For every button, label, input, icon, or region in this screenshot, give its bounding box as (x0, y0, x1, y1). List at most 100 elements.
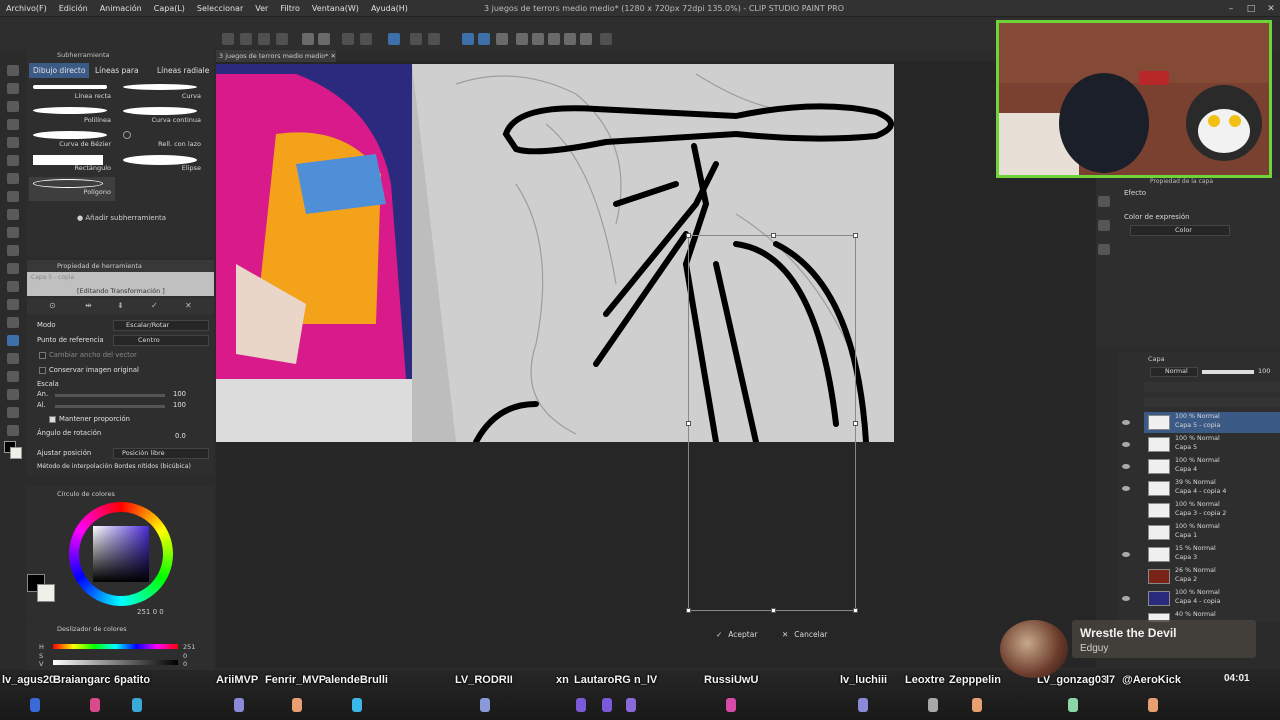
brush-rell-con-lazo[interactable]: Rell. con lazo (119, 129, 205, 153)
brush-linea-recta[interactable]: Línea recta (29, 81, 115, 105)
pencil-icon[interactable] (7, 191, 19, 202)
hue-slider[interactable] (53, 644, 178, 649)
pen-tool-icon[interactable] (7, 173, 19, 184)
keep-ratio-checkbox[interactable] (49, 416, 56, 423)
eye-icon[interactable] (1122, 420, 1130, 425)
layer-palette-icon[interactable] (1098, 244, 1110, 255)
menu-seleccionar[interactable]: Seleccionar (191, 4, 249, 13)
canvas-tab[interactable]: 3 juegos de terrors medio medio* ✕ (216, 50, 336, 62)
mode-select[interactable]: Escalar/Rotar (113, 320, 209, 331)
settings-icon[interactable] (600, 33, 612, 45)
layer-color-icon[interactable] (1098, 220, 1110, 231)
ruler-icon[interactable] (7, 371, 19, 382)
flip-h-icon[interactable]: ⇹ (85, 301, 92, 310)
layer-row[interactable]: 100 % Normal Capa 1 (1144, 522, 1280, 543)
zoom-icon[interactable] (7, 65, 19, 76)
figure-icon[interactable] (7, 335, 19, 346)
pen-icon[interactable] (496, 33, 508, 45)
menu-ventana[interactable]: Ventana(W) (306, 4, 365, 13)
tab-lineas-para[interactable]: Líneas para (91, 63, 151, 78)
layer-row[interactable]: 15 % Normal Capa 3 (1144, 544, 1280, 565)
snap-ruler-icon[interactable] (462, 33, 474, 45)
flip-v-icon[interactable]: ⇟ (117, 301, 124, 310)
lasso-icon[interactable] (7, 137, 19, 148)
airbrush-icon[interactable] (7, 227, 19, 238)
fill-tool-icon[interactable] (7, 299, 19, 310)
move-layer-icon[interactable] (7, 101, 19, 112)
eye-icon[interactable] (1122, 464, 1130, 469)
transform-handle[interactable] (686, 608, 691, 613)
menu-capa[interactable]: Capa(L) (148, 4, 191, 13)
new-file-icon[interactable] (222, 33, 234, 45)
layer-row[interactable]: 39 % Normal Capa 4 - copia 4 (1144, 478, 1280, 499)
width-slider[interactable] (55, 394, 165, 397)
opacity-value[interactable]: 100 (1258, 367, 1270, 375)
eraser-icon[interactable] (516, 33, 528, 45)
canvas-area[interactable] (216, 62, 1096, 668)
brush-rectangulo[interactable]: Rectángulo (29, 153, 115, 177)
transform-handle[interactable] (771, 608, 776, 613)
tab-dibujo-directo[interactable]: Dibujo directo (29, 63, 89, 78)
saturation-value-square[interactable] (93, 526, 149, 582)
brush-curva[interactable]: Curva (119, 81, 205, 105)
decoration-icon[interactable] (7, 245, 19, 256)
menu-edicion[interactable]: Edición (53, 4, 94, 13)
reset-icon[interactable]: ⊙ (49, 301, 56, 310)
balloon-icon[interactable] (7, 407, 19, 418)
transform-bounding-box[interactable] (686, 233, 858, 613)
snap-special-ruler-icon[interactable] (478, 33, 490, 45)
blend-icon[interactable] (7, 281, 19, 292)
menu-ayuda[interactable]: Ayuda(H) (365, 4, 414, 13)
width-value[interactable]: 100 (173, 390, 186, 398)
clear-icon[interactable] (342, 33, 354, 45)
layer-row[interactable]: 100 % Normal Capa 4 (1144, 456, 1280, 477)
layer-row[interactable]: 100 % Normal Capa 4 - copia (1144, 588, 1280, 609)
height-slider[interactable] (55, 405, 165, 408)
transform-icon[interactable] (388, 33, 400, 45)
eraser-tool-icon[interactable] (7, 263, 19, 274)
transform-handle[interactable] (853, 608, 858, 613)
export-icon[interactable] (276, 33, 288, 45)
opacity-slider[interactable] (1202, 370, 1254, 374)
menu-archivo[interactable]: Archivo(F) (0, 4, 53, 13)
tab-lineas-radiales[interactable]: Líneas radiale (153, 63, 213, 78)
eye-icon[interactable] (1122, 552, 1130, 557)
transform-handle[interactable] (686, 421, 691, 426)
transform-handle[interactable] (853, 421, 858, 426)
keep-original-checkbox[interactable] (39, 367, 46, 374)
grid-icon[interactable] (580, 33, 592, 45)
transform-handle[interactable] (771, 233, 776, 238)
accept-button[interactable]: ✓ Aceptar (716, 627, 757, 641)
layer-row[interactable]: 100 % Normal Capa 3 - copia 2 (1144, 500, 1280, 521)
redo-icon[interactable] (318, 33, 330, 45)
deselect-icon[interactable] (410, 33, 422, 45)
brush-curva-bezier[interactable]: Curva de Bézier (29, 129, 115, 153)
rotation-value[interactable]: 0.0 (175, 432, 186, 440)
adjust-position-select[interactable]: Posición libre (113, 448, 209, 459)
layer-row[interactable]: 100 % Normal Capa 5 - copia (1144, 412, 1280, 433)
close-icon[interactable]: ✕ (1266, 4, 1276, 14)
brush-polilinea[interactable]: Polilínea (29, 105, 115, 129)
layer-effect-icon[interactable] (1098, 196, 1110, 207)
crop-icon[interactable] (532, 33, 544, 45)
fill-icon[interactable] (360, 33, 372, 45)
menu-ver[interactable]: Ver (249, 4, 274, 13)
maximize-icon[interactable]: □ (1246, 4, 1256, 14)
move-icon[interactable] (564, 33, 576, 45)
expression-color-select[interactable]: Color (1130, 225, 1230, 236)
frame-icon[interactable] (7, 353, 19, 364)
interpolation-row[interactable]: Método de interpolación Bordes nítidos (… (37, 463, 191, 470)
saturation-value[interactable]: 0 (183, 652, 187, 660)
layer-row[interactable]: 100 % Normal Capa 5 (1144, 434, 1280, 455)
brush-icon[interactable] (7, 209, 19, 220)
flip-icon[interactable] (548, 33, 560, 45)
sub-color-swatch[interactable] (10, 447, 22, 459)
brush-elipse[interactable]: Elipse (119, 153, 205, 177)
correct-line-icon[interactable] (7, 425, 19, 436)
hue-value[interactable]: 251 (183, 643, 195, 651)
eye-icon[interactable] (1122, 442, 1130, 447)
value-slider[interactable] (53, 660, 178, 665)
confirm-icon[interactable]: ✓ (151, 301, 158, 310)
open-file-icon[interactable] (240, 33, 252, 45)
eye-icon[interactable] (1122, 596, 1130, 601)
